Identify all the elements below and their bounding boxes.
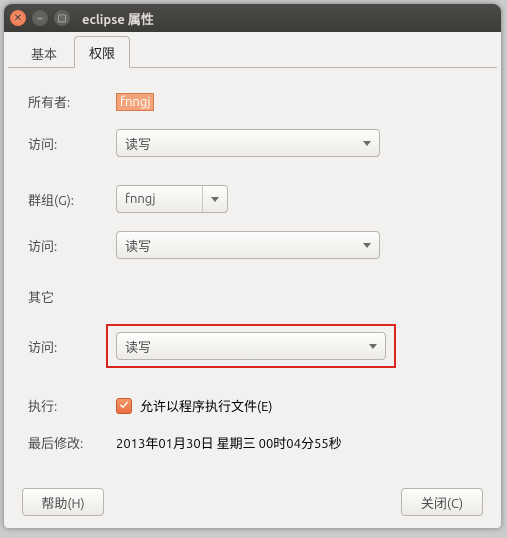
highlight-box: 读写 [106, 324, 396, 368]
owner-access-value: 读写 [125, 134, 151, 153]
chevron-down-icon [363, 243, 371, 248]
modified-value: 2013年01月30日 星期三 00时04分55秒 [116, 433, 342, 452]
group-access-combo[interactable]: 读写 [116, 231, 380, 259]
window-close-button[interactable]: ✕ [10, 10, 26, 26]
owner-access-combo[interactable]: 读写 [116, 129, 380, 157]
group-combo[interactable]: fnngj [116, 185, 228, 213]
tab-basic[interactable]: 基本 [16, 37, 72, 68]
execute-checkbox[interactable]: ✓ [116, 398, 132, 414]
group-access-label: 访问: [28, 236, 116, 255]
modified-row: 最后修改: 2013年01月30日 星期三 00时04分55秒 [28, 433, 477, 452]
window-minimize-button[interactable]: – [32, 10, 48, 26]
chevron-down-icon [211, 197, 219, 202]
owner-label: 所有者: [28, 92, 116, 111]
others-label: 其它 [28, 287, 116, 306]
tab-bar: 基本 权限 [8, 36, 497, 68]
others-access-value: 读写 [125, 337, 151, 356]
group-access-value: 读写 [125, 236, 151, 255]
group-label: 群组(G): [28, 190, 116, 209]
execute-row: 执行: ✓ 允许以程序执行文件(E) [28, 396, 477, 415]
close-button[interactable]: 关闭(C) [401, 488, 483, 516]
execute-checkbox-label: 允许以程序执行文件(E) [140, 396, 272, 415]
chevron-down-icon [363, 141, 371, 146]
others-access-label: 访问: [28, 337, 116, 356]
owner-access-label: 访问: [28, 134, 116, 153]
tab-content: 所有者: fnngj 访问: 读写 群组(G): fnngj 访问: [8, 68, 497, 480]
modified-label: 最后修改: [28, 433, 116, 452]
others-access-combo[interactable]: 读写 [116, 332, 386, 360]
properties-dialog: ✕ – ▢ eclipse 属性 基本 权限 所有者: fnngj 访问: 读写 [4, 4, 501, 528]
others-access-row: 访问: 读写 [28, 324, 477, 368]
owner-access-row: 访问: 读写 [28, 129, 477, 157]
client-area: 基本 权限 所有者: fnngj 访问: 读写 群组(G): fnngj [4, 32, 501, 528]
titlebar: ✕ – ▢ eclipse 属性 [4, 4, 501, 32]
group-row: 群组(G): fnngj [28, 185, 477, 213]
group-access-row: 访问: 读写 [28, 231, 477, 259]
owner-row: 所有者: fnngj [28, 92, 477, 111]
execute-label: 执行: [28, 396, 116, 415]
help-button[interactable]: 帮助(H) [22, 488, 104, 516]
window-maximize-button[interactable]: ▢ [54, 10, 70, 26]
group-value: fnngj [125, 192, 155, 206]
window-title: eclipse 属性 [82, 9, 154, 28]
dialog-footer: 帮助(H) 关闭(C) [8, 480, 497, 516]
tab-permissions[interactable]: 权限 [74, 36, 130, 68]
owner-value: fnngj [116, 93, 154, 111]
others-header-row: 其它 [28, 287, 477, 306]
chevron-down-icon [369, 344, 377, 349]
